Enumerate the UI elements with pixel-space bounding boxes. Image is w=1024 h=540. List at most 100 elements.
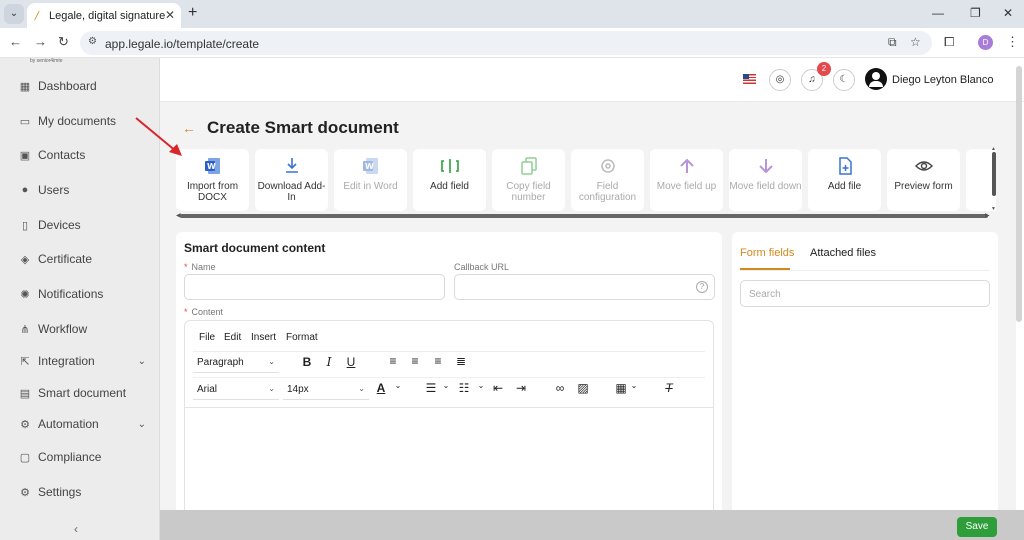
- tab-attached-files[interactable]: Attached files: [810, 247, 876, 259]
- sidebar-item-users[interactable]: ● Users: [0, 176, 160, 204]
- outdent-icon[interactable]: ⇤: [490, 381, 506, 395]
- scroll-right-icon[interactable]: ▶: [985, 212, 990, 219]
- sidebar-item-certificate[interactable]: ◈ Certificate: [0, 245, 160, 273]
- sidebar-item-label: Settings: [38, 485, 82, 499]
- block-format-select[interactable]: Paragraph ⌄: [193, 353, 279, 373]
- divider: [193, 351, 705, 352]
- menu-file[interactable]: File: [199, 332, 215, 343]
- sidebar-item-notifications[interactable]: ✺ Notifications: [0, 280, 160, 308]
- search-input[interactable]: Search: [740, 280, 990, 307]
- browser-menu-icon[interactable]: ⋮: [1006, 34, 1019, 50]
- browser-tab[interactable]: / Legale, digital signature ✕: [27, 3, 181, 28]
- menu-format[interactable]: Format: [286, 332, 318, 343]
- bullet-list-icon[interactable]: ☰: [423, 381, 439, 395]
- sidebar-item-devices[interactable]: ▯ Devices: [0, 211, 160, 239]
- sidebar-item-compliance[interactable]: ▢ Compliance: [0, 443, 160, 471]
- field-configuration-button[interactable]: Field configuration: [571, 149, 644, 211]
- move-field-down-button[interactable]: Move field down: [729, 149, 802, 211]
- chevron-down-icon: ⌄: [137, 418, 146, 430]
- menu-insert[interactable]: Insert: [251, 332, 276, 343]
- chevron-down-icon[interactable]: ⌄: [438, 381, 454, 390]
- underline-icon[interactable]: U: [343, 355, 359, 369]
- edit-in-word-button[interactable]: W Edit in Word: [334, 149, 407, 211]
- indent-icon[interactable]: ⇥: [513, 381, 529, 395]
- sidebar-item-smart-document[interactable]: ▤ Smart document: [0, 379, 160, 407]
- us-flag-icon[interactable]: [743, 74, 756, 84]
- align-center-icon[interactable]: ≡: [407, 354, 423, 368]
- support-icon[interactable]: ◎: [769, 69, 791, 91]
- sidebar-item-label: Smart document: [38, 386, 127, 400]
- sidebar-item-workflow[interactable]: ⋔ Workflow: [0, 315, 160, 343]
- page-scrollbar[interactable]: [1016, 66, 1022, 322]
- sidebar-item-label: Devices: [38, 218, 81, 232]
- scroll-down-icon[interactable]: ▼: [991, 206, 996, 212]
- theme-toggle-icon[interactable]: ☾: [833, 69, 855, 91]
- sidebar-item-label: Dashboard: [38, 79, 97, 93]
- italic-icon[interactable]: I: [321, 355, 337, 369]
- tool-label: Move field up: [656, 181, 717, 192]
- sidebar-item-dashboard[interactable]: ▦ Dashboard: [0, 72, 160, 100]
- profile-avatar[interactable]: D: [978, 35, 993, 50]
- bookmark-star-icon[interactable]: ☆: [910, 35, 921, 49]
- text-color-icon[interactable]: A: [373, 381, 389, 395]
- clear-formatting-icon[interactable]: T: [661, 381, 677, 395]
- settings-icon: ⚙: [20, 486, 30, 499]
- sidebar-item-label: Automation: [38, 417, 99, 431]
- sidebar-item-integration[interactable]: ⇱ Integration ⌄: [0, 347, 160, 375]
- add-field-button[interactable]: Add field: [413, 149, 486, 211]
- move-field-up-button[interactable]: Move field up: [650, 149, 723, 211]
- chevron-down-icon[interactable]: ⌄: [626, 381, 642, 390]
- help-icon[interactable]: ?: [696, 281, 708, 293]
- logo-tagline: by senior4imte: [30, 58, 63, 64]
- collapse-sidebar-icon[interactable]: ‹: [74, 522, 78, 536]
- add-file-button[interactable]: Add file: [808, 149, 881, 211]
- tab-search-icon[interactable]: ⌄: [4, 4, 24, 24]
- url-field[interactable]: ⚙ app.legale.io/template/create ⧉ ☆: [80, 31, 932, 55]
- compliance-icon: ▢: [19, 451, 31, 464]
- forward-icon[interactable]: →: [34, 34, 47, 49]
- font-family-select[interactable]: Arial ⌄: [193, 380, 279, 400]
- bold-icon[interactable]: B: [299, 355, 315, 369]
- extensions-icon[interactable]: ⧠: [944, 34, 954, 50]
- tab-form-fields[interactable]: Form fields: [740, 247, 794, 259]
- download-addin-button[interactable]: Download Add-In: [255, 149, 328, 211]
- align-right-icon[interactable]: ≡: [430, 354, 446, 368]
- sidebar-item-label: Contacts: [38, 148, 86, 162]
- preview-form-button[interactable]: Preview form: [887, 149, 960, 211]
- copy-field-number-button[interactable]: Copy field number: [492, 149, 565, 211]
- add-file-icon: [838, 157, 852, 175]
- svg-text:W: W: [207, 162, 216, 171]
- avatar[interactable]: [865, 68, 887, 90]
- numbered-list-icon[interactable]: ☷: [456, 381, 472, 395]
- sidebar-item-automation[interactable]: ⚙ Automation ⌄: [0, 410, 160, 438]
- menu-edit[interactable]: Edit: [224, 332, 241, 343]
- install-app-icon[interactable]: ⧉: [888, 35, 897, 50]
- name-field[interactable]: [184, 274, 445, 300]
- reload-icon[interactable]: ↻: [58, 34, 69, 50]
- chevron-down-icon[interactable]: ⌄: [390, 381, 406, 390]
- arrow-up-icon: [679, 158, 694, 173]
- restore-icon[interactable]: ❐: [970, 6, 981, 20]
- sidebar-item-settings[interactable]: ⚙ Settings: [0, 478, 160, 506]
- link-icon[interactable]: ∞: [552, 381, 568, 395]
- save-button[interactable]: Save: [957, 517, 997, 537]
- image-icon[interactable]: ▨: [575, 381, 591, 395]
- toolbar-vertical-scrollbar[interactable]: [992, 152, 996, 196]
- tab-close-icon[interactable]: ✕: [165, 8, 175, 22]
- user-name[interactable]: Diego Leyton Blanco: [892, 74, 994, 86]
- site-info-icon[interactable]: ⚙: [88, 36, 97, 47]
- font-family-value: Arial: [197, 384, 218, 395]
- toolbar-horizontal-scrollbar[interactable]: [180, 214, 988, 218]
- font-size-select[interactable]: 14px ⌄: [283, 380, 369, 400]
- align-left-icon[interactable]: ≡: [385, 354, 401, 368]
- rich-text-editor: File Edit Insert Format Paragraph ⌄ B I …: [184, 320, 714, 540]
- callback-url-field[interactable]: ?: [454, 274, 715, 300]
- folder-icon: ▭: [19, 115, 31, 128]
- align-justify-icon[interactable]: ≣: [453, 354, 469, 368]
- new-tab-icon[interactable]: +: [188, 4, 197, 22]
- minimize-icon[interactable]: —: [932, 6, 944, 20]
- chevron-down-icon[interactable]: ⌄: [473, 381, 489, 390]
- back-icon[interactable]: ←: [9, 34, 22, 49]
- smart-document-icon: ▤: [19, 387, 31, 400]
- window-close-icon[interactable]: ✕: [1003, 6, 1013, 20]
